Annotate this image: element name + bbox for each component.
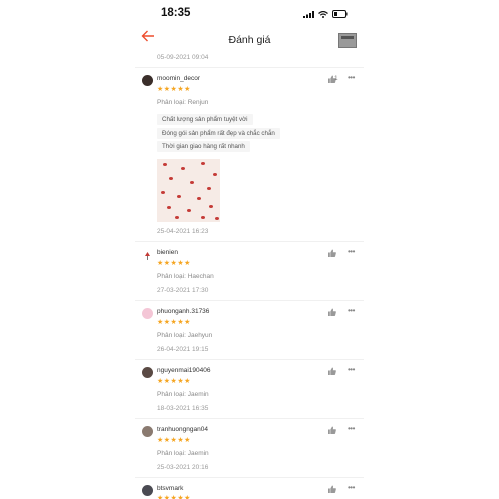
status-icons <box>303 10 348 18</box>
avatar[interactable] <box>142 249 153 260</box>
variant-label: Phân loại: Renjun <box>157 99 209 106</box>
variant-label: Phân loại: Jaemin <box>157 391 209 398</box>
variant-label: Phân loại: Jaehyun <box>157 332 213 339</box>
username[interactable]: btsvmark <box>157 485 183 492</box>
thumbs-up-icon[interactable] <box>328 249 336 257</box>
like-count: 1 <box>334 75 338 82</box>
nav-bar: Đánh giá <box>135 27 364 55</box>
review-date: 25-03-2021 20:16 <box>157 464 209 471</box>
rating-stars: ★★★★★ <box>157 319 191 326</box>
rating-stars: ★★★★★ <box>157 495 191 499</box>
rating-stars: ★★★★★ <box>157 378 191 385</box>
review-photo[interactable] <box>157 159 220 222</box>
avatar[interactable] <box>142 367 153 378</box>
more-options-icon[interactable]: ••• <box>348 425 355 433</box>
review-date: 25-04-2021 16:23 <box>157 228 209 235</box>
more-options-icon[interactable]: ••• <box>348 74 355 82</box>
rating-stars: ★★★★★ <box>157 260 191 267</box>
review-tag: Chất lượng sản phẩm tuyệt vời <box>157 114 253 125</box>
divider <box>135 300 364 301</box>
status-bar: 18:35 <box>135 0 364 26</box>
more-options-icon[interactable]: ••• <box>348 366 355 374</box>
page-title: Đánh giá <box>228 34 271 46</box>
battery-icon <box>332 10 348 18</box>
divider <box>135 477 364 478</box>
more-options-icon[interactable]: ••• <box>348 484 355 492</box>
avatar[interactable] <box>142 485 153 496</box>
review-tag: Đóng gói sản phẩm rất đẹp và chắc chắn <box>157 128 280 139</box>
review-date: 27-03-2021 17:30 <box>157 287 209 294</box>
divider <box>135 241 364 242</box>
review-date: 26-04-2021 19:15 <box>157 346 209 353</box>
status-time: 18:35 <box>161 7 191 19</box>
username[interactable]: moomin_decor <box>157 75 200 82</box>
wifi-icon <box>318 10 328 18</box>
username[interactable]: tranhuongngan04 <box>157 426 208 433</box>
divider <box>135 418 364 419</box>
previous-review-date: 05-09-2021 09:04 <box>157 54 209 61</box>
review-date: 18-03-2021 16:35 <box>157 405 209 412</box>
variant-label: Phân loại: Jaemin <box>157 450 209 457</box>
rating-stars: ★★★★★ <box>157 437 191 444</box>
divider <box>135 67 364 68</box>
divider <box>135 359 364 360</box>
signal-icon <box>303 10 314 18</box>
username[interactable]: nguyenmai190406 <box>157 367 211 374</box>
username[interactable]: phuonganh.31736 <box>157 308 209 315</box>
thumbs-up-icon[interactable] <box>328 426 336 434</box>
username[interactable]: bienien <box>157 249 178 256</box>
avatar[interactable] <box>142 308 153 319</box>
thumbs-up-icon[interactable] <box>328 485 336 493</box>
review-tag: Thời gian giao hàng rất nhanh <box>157 141 250 152</box>
avatar[interactable] <box>142 426 153 437</box>
variant-label: Phân loại: Haechan <box>157 273 214 280</box>
thumbs-up-icon[interactable] <box>328 308 336 316</box>
more-options-icon[interactable]: ••• <box>348 307 355 315</box>
rating-stars: ★★★★★ <box>157 86 191 93</box>
avatar[interactable] <box>142 75 153 86</box>
thumbs-up-icon[interactable] <box>328 367 336 375</box>
product-thumbnail[interactable] <box>338 33 357 48</box>
more-options-icon[interactable]: ••• <box>348 248 355 256</box>
reviews-screen: 18:35 Đánh giá 05-09-2021 09:04 moomin_d… <box>135 0 364 499</box>
